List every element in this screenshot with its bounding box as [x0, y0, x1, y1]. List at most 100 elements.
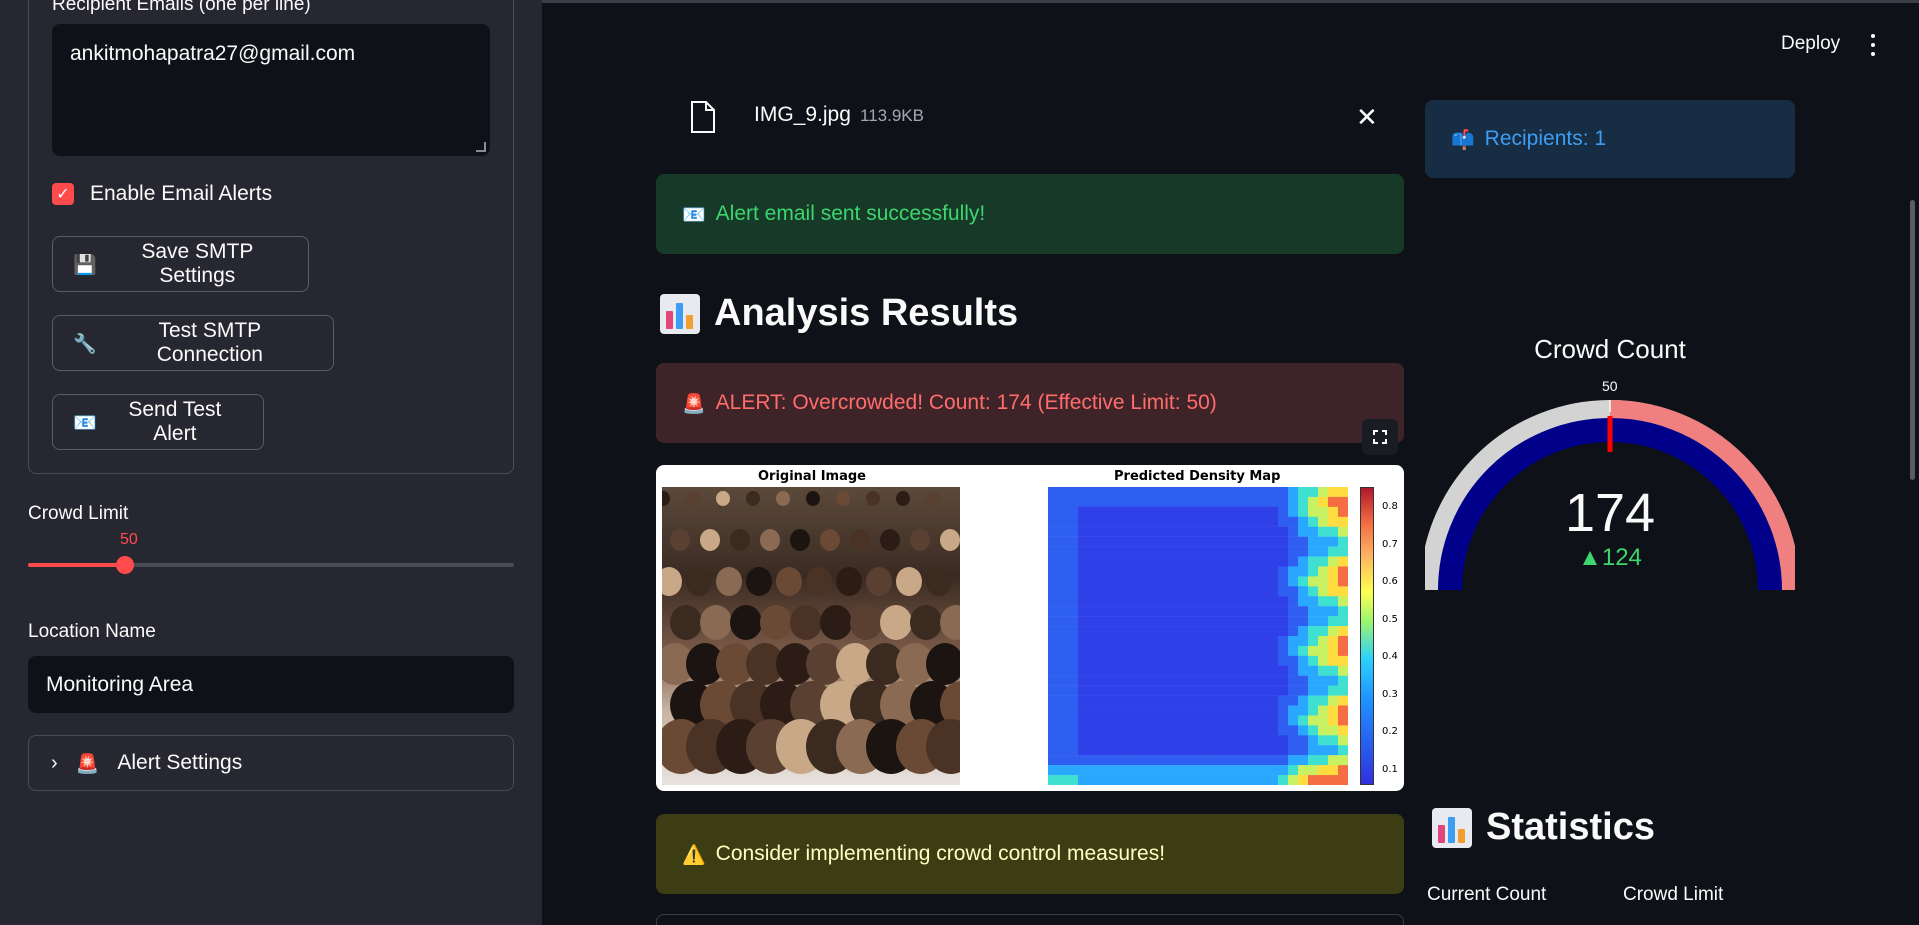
- colorbar-tick-label: 0.4: [1382, 651, 1398, 662]
- crowd-photo: [662, 487, 960, 785]
- test-smtp-connection-button[interactable]: 🔧 Test SMTP Connection: [52, 315, 334, 371]
- siren-icon: 🚨: [682, 392, 706, 415]
- success-alert: 📧 Alert email sent successfully!: [656, 174, 1404, 254]
- app-root: Recipient Emails (one per line) ankitmoh…: [0, 0, 1919, 925]
- crowd-head: [790, 529, 810, 551]
- location-name-value: Monitoring Area: [46, 672, 194, 696]
- crowd-limit-slider[interactable]: [28, 556, 514, 574]
- bar-chart-icon: [1432, 807, 1472, 848]
- next-section-card: [656, 914, 1404, 925]
- crowd-head: [926, 491, 940, 507]
- crowd-head: [776, 491, 790, 507]
- crowd-head: [836, 491, 850, 507]
- file-size: 113.9KB: [860, 106, 924, 125]
- original-image-title: Original Image: [758, 469, 866, 484]
- main-menu-icon[interactable]: [1868, 34, 1878, 56]
- recipients-info: 📫 Recipients: 1: [1425, 100, 1795, 178]
- envelope-icon: 📧: [682, 203, 706, 226]
- overcrowded-alert: 🚨 ALERT: Overcrowded! Count: 174 (Effect…: [656, 363, 1404, 443]
- fullscreen-button[interactable]: [1362, 419, 1398, 455]
- crowd-head: [806, 491, 820, 507]
- crowd-head: [790, 605, 822, 641]
- warning-icon: ⚠️: [682, 843, 706, 866]
- crowd-head: [746, 491, 760, 507]
- alert-settings-label: Alert Settings: [117, 751, 243, 774]
- send-test-alert-label: Send Test Alert: [128, 398, 222, 445]
- wrench-icon: 🔧: [73, 332, 97, 355]
- recipients-info-text: Recipients: 1: [1484, 127, 1607, 150]
- crowd-head: [910, 605, 942, 641]
- colorbar-tick-label: 0.1: [1382, 763, 1398, 775]
- floppy-disk-icon: 💾: [73, 253, 97, 276]
- crowd-head: [866, 567, 892, 596]
- crowd-head: [820, 529, 840, 551]
- recipient-emails-value: ankitmohapatra27@gmail.com: [70, 42, 356, 65]
- file-icon: [691, 101, 715, 133]
- crowd-head: [760, 529, 780, 551]
- crowd-head: [896, 567, 922, 596]
- recipient-emails-label: Recipient Emails (one per line): [52, 0, 311, 15]
- crowd-head: [776, 567, 802, 596]
- gauge-value: 174: [1564, 483, 1656, 543]
- crowd-head: [686, 491, 700, 507]
- analysis-results-heading: Analysis Results: [660, 292, 1018, 335]
- colorbar-tick-label: 0.6: [1382, 576, 1398, 587]
- crowd-head: [910, 529, 930, 551]
- save-smtp-settings-button[interactable]: 💾 Save SMTP Settings: [52, 236, 309, 292]
- analysis-figure: Original Image Predicted Density Map 0.8…: [656, 465, 1404, 791]
- gauge-title: Crowd Count: [1534, 334, 1686, 364]
- crowd-head: [940, 605, 960, 641]
- chevron-right-icon: ›: [51, 751, 58, 774]
- crowd-head: [820, 605, 852, 641]
- statistics-heading: Statistics: [1432, 806, 1655, 849]
- crowd-head: [700, 529, 720, 551]
- crowd-head: [926, 643, 960, 685]
- crowd-head: [716, 491, 730, 507]
- crowd-head: [760, 605, 792, 641]
- checkbox-checked-icon[interactable]: ✓: [52, 183, 74, 205]
- recipient-emails-textarea[interactable]: ankitmohapatra27@gmail.com: [52, 24, 490, 156]
- bar-chart-icon: [660, 293, 700, 334]
- gauge-delta: ▲124: [1578, 544, 1642, 571]
- slider-thumb[interactable]: [116, 556, 135, 574]
- sidebar: Recipient Emails (one per line) ankitmoh…: [0, 0, 542, 925]
- crowd-head: [662, 491, 670, 507]
- location-name-label: Location Name: [28, 621, 156, 642]
- send-test-alert-button[interactable]: 📧 Send Test Alert: [52, 394, 264, 450]
- close-icon[interactable]: ✕: [1356, 102, 1378, 133]
- envelope-icon: 📧: [73, 411, 97, 434]
- crowd-head: [730, 529, 750, 551]
- alert-settings-expander[interactable]: › 🚨 Alert Settings: [28, 735, 514, 791]
- colorbar-tick-label: 0.3: [1382, 688, 1398, 700]
- density-heatmap: [1048, 487, 1348, 785]
- enable-email-alerts-label: Enable Email Alerts: [90, 182, 273, 205]
- warning-alert: ⚠️ Consider implementing crowd control m…: [656, 814, 1404, 894]
- colorbar-tick-label: 0.5: [1382, 613, 1398, 625]
- statistics-title: Statistics: [1486, 806, 1655, 848]
- density-map-title: Predicted Density Map: [1114, 469, 1281, 484]
- overcrowded-alert-text: ALERT: Overcrowded! Count: 174 (Effectiv…: [715, 391, 1217, 414]
- crowd-head: [850, 605, 882, 641]
- crowd-head: [940, 529, 960, 551]
- main-scrollbar[interactable]: [1910, 200, 1915, 480]
- uploaded-file-row: IMG_9.jpg 113.9KB ✕: [656, 90, 1404, 146]
- crowd-head: [850, 529, 870, 551]
- crowd-head: [866, 491, 880, 507]
- enable-email-alerts-checkbox[interactable]: ✓ Enable Email Alerts: [52, 182, 272, 206]
- current-count-label: Current Count: [1427, 884, 1547, 905]
- location-name-input[interactable]: Monitoring Area: [28, 656, 514, 713]
- warning-alert-text: Consider implementing crowd control meas…: [715, 842, 1166, 865]
- crowd-head: [896, 491, 910, 507]
- crowd-limit-label: Crowd Limit: [28, 503, 129, 524]
- crowd-head: [716, 567, 742, 596]
- crowd-limit-slider-value: 50: [120, 531, 138, 548]
- fullscreen-icon: [1373, 430, 1387, 444]
- deploy-button[interactable]: Deploy: [1781, 33, 1840, 55]
- colorbar-tick-label: 0.8: [1382, 501, 1398, 512]
- save-smtp-settings-label: Save SMTP Settings: [141, 240, 254, 287]
- crowd-head: [880, 605, 912, 641]
- crowd-head: [746, 567, 772, 596]
- resize-grip-icon[interactable]: [476, 142, 486, 152]
- crowd-head: [806, 567, 832, 596]
- success-alert-text: Alert email sent successfully!: [715, 202, 986, 225]
